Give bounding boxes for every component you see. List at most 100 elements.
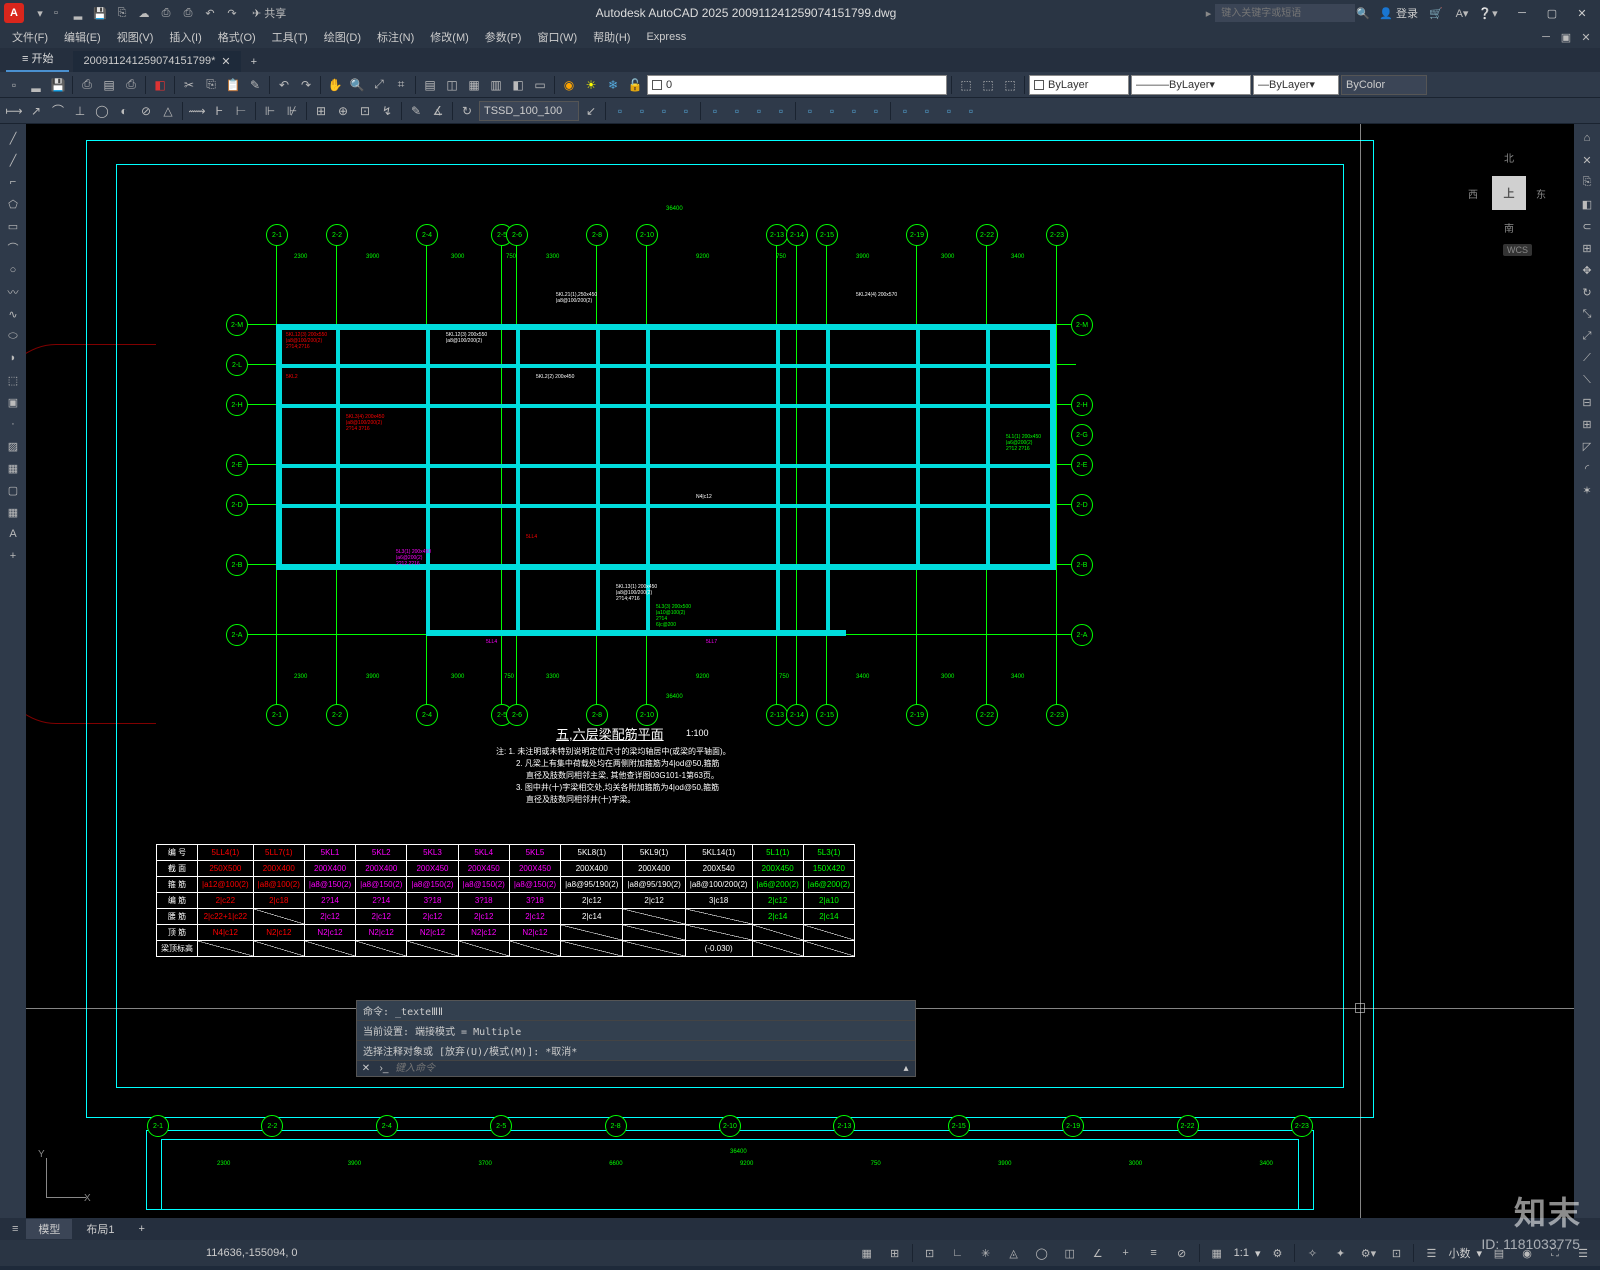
- dim-rad-icon[interactable]: ◯: [92, 101, 112, 121]
- tb-layer-icon[interactable]: ◉: [559, 75, 579, 95]
- tb-freeze-icon[interactable]: ❄: [603, 75, 623, 95]
- dim-jog-icon[interactable]: ◐: [114, 101, 134, 121]
- wcs-badge[interactable]: WCS: [1503, 244, 1532, 256]
- mod2-rotate-icon[interactable]: ↻: [1577, 282, 1597, 302]
- sb-otrack-icon[interactable]: ∠: [1087, 1242, 1109, 1264]
- cmd-close-icon[interactable]: ✕: [357, 1063, 375, 1074]
- tb-layprev-icon[interactable]: ⬚: [978, 75, 998, 95]
- viewcube[interactable]: 上 北 南 东 西: [1464, 148, 1554, 238]
- mod-offset-icon[interactable]: ▫: [676, 101, 696, 121]
- help-icon[interactable]: ❔▾: [1480, 5, 1496, 21]
- share-button[interactable]: ✈ 共享: [252, 5, 286, 21]
- plot-style-combo[interactable]: ByColor: [1341, 75, 1427, 95]
- tb-open-icon[interactable]: ▂: [26, 75, 46, 95]
- sb-sc-icon[interactable]: ▦: [1206, 1242, 1228, 1264]
- chevron-down-icon[interactable]: ▾: [32, 5, 48, 21]
- tb-zoom-icon[interactable]: 🔍: [347, 75, 367, 95]
- sb-polar-icon[interactable]: ✳: [975, 1242, 997, 1264]
- mod2-scale-icon[interactable]: ⤡: [1577, 304, 1597, 324]
- menu-insert[interactable]: 插入(I): [163, 27, 207, 47]
- tb-ssm-icon[interactable]: ▥: [486, 75, 506, 95]
- sb-tpy-icon[interactable]: ⊘: [1171, 1242, 1193, 1264]
- draw-region-icon[interactable]: ▢: [3, 480, 23, 500]
- dim-quick-icon[interactable]: ⟿: [187, 101, 207, 121]
- mod-break-icon[interactable]: ▫: [866, 101, 886, 121]
- mod-rotate-icon[interactable]: ▫: [749, 101, 769, 121]
- apps-icon[interactable]: A▾: [1454, 5, 1470, 21]
- dim-edit-icon[interactable]: ✎: [406, 101, 426, 121]
- mod-array-icon[interactable]: ▫: [705, 101, 725, 121]
- menu-window[interactable]: 窗口(W): [531, 27, 583, 47]
- tb-match-icon[interactable]: ✎: [245, 75, 265, 95]
- doc-restore-icon[interactable]: ▣: [1558, 29, 1574, 45]
- draw-revcloud-icon[interactable]: 〰: [3, 282, 23, 302]
- sb-lwt-icon[interactable]: ≡: [1143, 1242, 1165, 1264]
- tb-redo-icon[interactable]: ↷: [296, 75, 316, 95]
- tab-file[interactable]: 200911241259074151799*✕: [73, 51, 240, 72]
- mod2-copy-icon[interactable]: ⎘: [1577, 172, 1597, 192]
- mod2-extend-icon[interactable]: ⟍: [1577, 370, 1597, 390]
- sb-ann-icon[interactable]: ✧: [1301, 1242, 1323, 1264]
- layer-combo[interactable]: 0: [647, 75, 947, 95]
- dim-aligned-icon[interactable]: ↗: [26, 101, 46, 121]
- sb-units-label[interactable]: 小数: [1448, 1245, 1470, 1261]
- dim-arc-icon[interactable]: ⌒: [48, 101, 68, 121]
- tb-lock-icon[interactable]: 🔓: [625, 75, 645, 95]
- tb-zoomwin-icon[interactable]: ⌗: [391, 75, 411, 95]
- tb-preview-icon[interactable]: ▤: [99, 75, 119, 95]
- dim-insp-icon[interactable]: ⊡: [355, 101, 375, 121]
- doc-close-icon[interactable]: ✕: [1578, 29, 1594, 45]
- mod-fillet-icon[interactable]: ▫: [939, 101, 959, 121]
- plot-icon[interactable]: ⎙: [158, 5, 174, 21]
- mod-move-icon[interactable]: ▫: [727, 101, 747, 121]
- tb-print-icon[interactable]: ⎙: [77, 75, 97, 95]
- menu-edit[interactable]: 编辑(E): [58, 27, 107, 47]
- mod2-break-icon[interactable]: ⊟: [1577, 392, 1597, 412]
- tb-undo-icon[interactable]: ↶: [274, 75, 294, 95]
- undo-icon[interactable]: ↶: [202, 5, 218, 21]
- sb-units-icon[interactable]: ☰: [1420, 1242, 1442, 1264]
- mod-chamfer-icon[interactable]: ▫: [917, 101, 937, 121]
- cmd-chevron-icon[interactable]: ›_: [375, 1063, 393, 1074]
- floor-plan[interactable]: 2-1 2-2 2-4 2-5 2-6 2-8 2-10 2-13 2-14 2…: [216, 204, 1086, 724]
- maximize-button[interactable]: ▢: [1538, 3, 1566, 23]
- tb-dc-icon[interactable]: ◫: [442, 75, 462, 95]
- mod-erase-icon[interactable]: ▫: [610, 101, 630, 121]
- tb-cut-icon[interactable]: ✂: [179, 75, 199, 95]
- dim-base-icon[interactable]: Ⱶ: [209, 101, 229, 121]
- sb-ann2-icon[interactable]: ✦: [1329, 1242, 1351, 1264]
- draw-circle-icon[interactable]: ○: [3, 260, 23, 280]
- tb-publish-icon[interactable]: ⎙: [121, 75, 141, 95]
- menu-help[interactable]: 帮助(H): [587, 27, 636, 47]
- mod-mirror-icon[interactable]: ▫: [654, 101, 674, 121]
- dim-linear-icon[interactable]: ⟼: [4, 101, 24, 121]
- menu-express[interactable]: Express: [640, 29, 692, 45]
- color-combo[interactable]: ByLayer: [1029, 75, 1129, 95]
- draw-line-icon[interactable]: ╱: [3, 128, 23, 148]
- draw-polygon-icon[interactable]: ⬠: [3, 194, 23, 214]
- saveas-icon[interactable]: ⎘: [114, 5, 130, 21]
- mod2-erase-icon[interactable]: ✕: [1577, 150, 1597, 170]
- minimize-button[interactable]: ─: [1508, 3, 1536, 23]
- save-icon[interactable]: 💾: [92, 5, 108, 21]
- draw-pline-icon[interactable]: ⌐: [3, 172, 23, 192]
- tb-prop-icon[interactable]: ▤: [420, 75, 440, 95]
- sb-ws-icon[interactable]: ⚙▾: [1357, 1242, 1379, 1264]
- draw-hatch-icon[interactable]: ▨: [3, 436, 23, 456]
- dimstyle-combo[interactable]: TSSD_100_100: [479, 101, 579, 121]
- sb-monitor-icon[interactable]: ⊡: [1385, 1242, 1407, 1264]
- tb-markup-icon[interactable]: ◧: [508, 75, 528, 95]
- draw-ellarc-icon[interactable]: ◗: [3, 348, 23, 368]
- dim-cont-icon[interactable]: ⊢: [231, 101, 251, 121]
- tb-sun-icon[interactable]: ☀: [581, 75, 601, 95]
- close-button[interactable]: ✕: [1568, 3, 1596, 23]
- dim-tol-icon[interactable]: ⊞: [311, 101, 331, 121]
- tb-close-icon[interactable]: ◧: [150, 75, 170, 95]
- draw-block-icon[interactable]: ▣: [3, 392, 23, 412]
- dim-break-icon[interactable]: ⊮: [282, 101, 302, 121]
- app-logo[interactable]: A: [4, 3, 24, 23]
- tb-paste-icon[interactable]: 📋: [223, 75, 243, 95]
- menu-tools[interactable]: 工具(T): [266, 27, 314, 47]
- draw-point-icon[interactable]: ·: [3, 414, 23, 434]
- draw-addsel-icon[interactable]: +: [3, 546, 23, 566]
